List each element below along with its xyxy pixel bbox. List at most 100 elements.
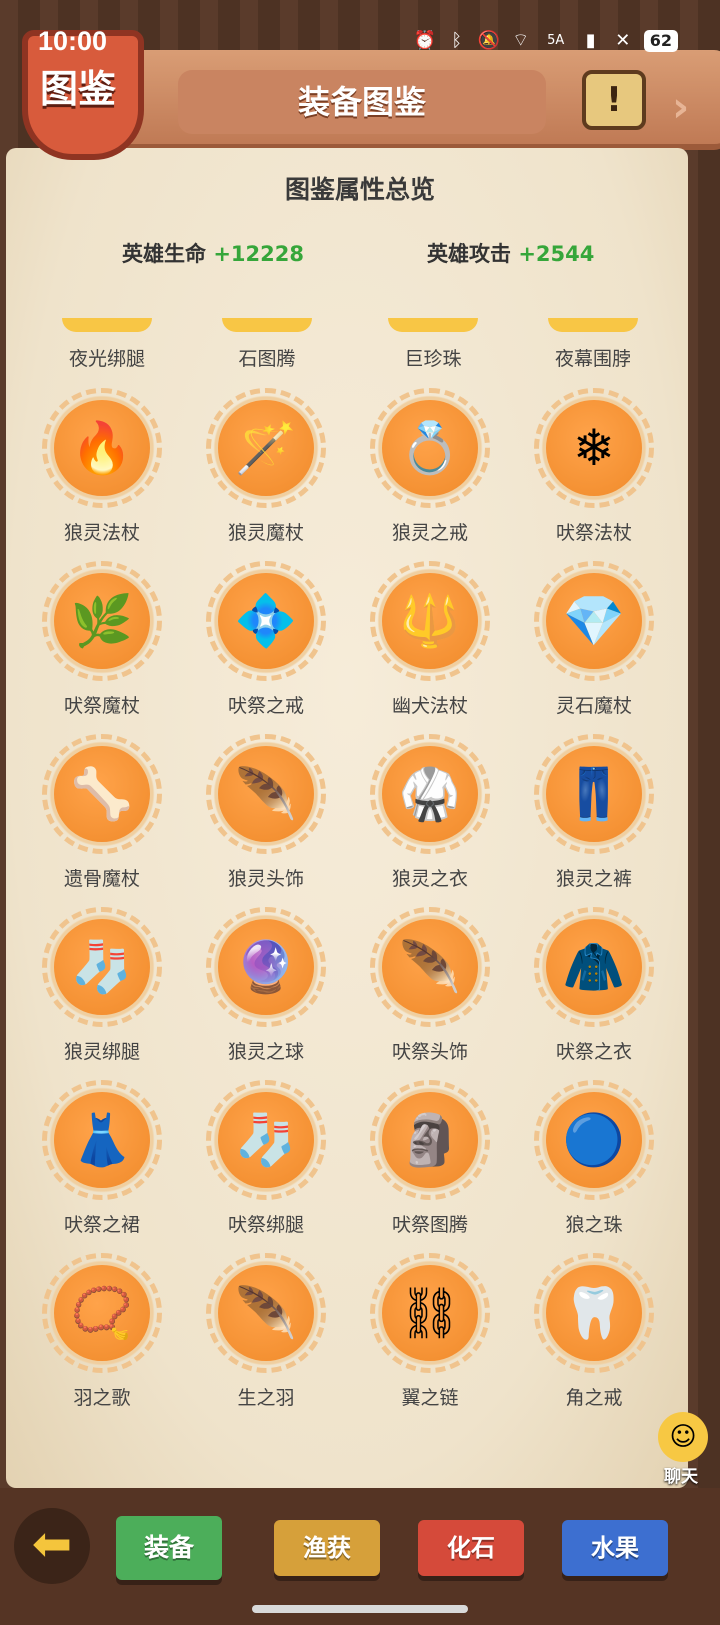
item-medal: 🗿 xyxy=(370,1080,490,1200)
item-medal: 🦷 xyxy=(534,1253,654,1373)
grid-item[interactable]: 🪶 生之羽 xyxy=(184,1245,348,1408)
home-indicator[interactable] xyxy=(252,1605,468,1613)
grid-item-top[interactable]: 夜幕围脖 xyxy=(518,318,668,371)
item-label: 狼灵头饰 xyxy=(227,868,304,890)
item-medal: 👗 xyxy=(42,1080,162,1200)
grid-item[interactable]: 📿 羽之歌 xyxy=(20,1245,184,1408)
chat-bubble-icon: ☺ xyxy=(658,1412,708,1462)
grid-item[interactable]: 🧦 狼灵绑腿 xyxy=(20,899,184,1071)
bluetooth-icon: ᛒ xyxy=(451,30,463,51)
item-medal: 🔱 xyxy=(370,561,490,681)
grid-item[interactable]: 💠 吠祭之戒 xyxy=(184,553,348,725)
mute-icon: 🔕 xyxy=(477,30,501,51)
ice-staff-icon: ❄ xyxy=(573,419,615,477)
signal-off-icon: ✕ xyxy=(615,30,631,51)
item-grid[interactable]: 夜光绑腿 石图腾 巨珍珠 夜幕围脖 🔥 狼灵法杖 🪄 狼灵魔杖 💍 狼灵之戒 ❄ 吠祭法杖 🌿 吠… xyxy=(20,318,670,1408)
grid-item[interactable]: 🧥 吠祭之衣 xyxy=(512,899,670,1071)
ritual-skirt-icon: 👗 xyxy=(70,1111,134,1169)
tab-fruits[interactable]: 水果 xyxy=(562,1520,668,1576)
grid-item[interactable]: 👖 狼灵之裤 xyxy=(512,726,670,898)
wolf-pearl-icon: 🔵 xyxy=(562,1111,626,1169)
back-arrow-icon[interactable]: ⬅ xyxy=(14,1508,90,1584)
wolf-pants-icon: 👖 xyxy=(562,765,626,823)
wolf-leggings-icon: 🧦 xyxy=(70,938,134,996)
item-medal: 💎 xyxy=(534,561,654,681)
scroll-info-button[interactable]: ! xyxy=(582,70,646,130)
grid-item[interactable]: 🦷 角之戒 xyxy=(512,1245,670,1408)
purple-staff-icon: 🔱 xyxy=(398,592,462,650)
item-medal: 🪄 xyxy=(206,388,326,508)
grid-item[interactable]: 💍 狼灵之戒 xyxy=(348,380,512,552)
grid-item[interactable]: ❄ 吠祭法杖 xyxy=(512,380,670,552)
item-medal: ⛓ xyxy=(370,1253,490,1373)
grid-item[interactable]: 🧦 吠祭绑腿 xyxy=(184,1072,348,1244)
item-glow xyxy=(548,318,638,332)
wolf-robe-icon: 🥋 xyxy=(398,765,462,823)
item-medal: 🔵 xyxy=(534,1080,654,1200)
green-staff-icon: 🦴 xyxy=(70,765,134,823)
item-label: 狼灵绑腿 xyxy=(63,1041,140,1063)
item-label: 狼灵之球 xyxy=(227,1041,304,1063)
tab-equipment[interactable]: 装备 xyxy=(116,1516,222,1580)
chat-label: 聊天 xyxy=(664,1467,698,1487)
item-medal: 🪶 xyxy=(370,907,490,1027)
item-label: 巨珍珠 xyxy=(404,348,462,370)
tab-fossils[interactable]: 化石 xyxy=(418,1520,524,1576)
branch-wand-icon: 🌿 xyxy=(70,592,134,650)
grid-item[interactable]: 🪄 狼灵魔杖 xyxy=(184,380,348,552)
item-label: 羽之歌 xyxy=(73,1387,131,1408)
blue-ring-icon: 💠 xyxy=(234,592,298,650)
hero-atk-stat: 英雄攻击 +2544 xyxy=(427,238,594,268)
grid-item[interactable]: 🌿 吠祭魔杖 xyxy=(20,553,184,725)
hero-hp-label: 英雄生命 xyxy=(122,242,206,266)
grid-item[interactable]: 🔱 幽犬法杖 xyxy=(348,553,512,725)
next-page-arrow-icon[interactable]: › xyxy=(672,82,689,131)
grid-item[interactable]: 👗 吠祭之裙 xyxy=(20,1072,184,1244)
item-medal: 💍 xyxy=(370,388,490,508)
item-label: 吠祭法杖 xyxy=(555,522,632,544)
item-glow xyxy=(62,318,152,332)
item-label: 生之羽 xyxy=(237,1387,295,1408)
fire-staff-icon: 🔥 xyxy=(70,419,134,477)
grid-item[interactable]: 🦴 遗骨魔杖 xyxy=(20,726,184,898)
item-label: 角之戒 xyxy=(565,1387,623,1408)
item-medal: 🪶 xyxy=(206,1253,326,1373)
item-medal: 🥋 xyxy=(370,734,490,854)
feather-necklace-icon: 📿 xyxy=(70,1284,134,1342)
grid-item[interactable]: 🗿 吠祭图腾 xyxy=(348,1072,512,1244)
wing-chain-icon: ⛓ xyxy=(398,1284,462,1342)
grid-item-top[interactable]: 巨珍珠 xyxy=(358,318,508,371)
ritual-leggings-icon: 🧦 xyxy=(234,1111,298,1169)
grid-item[interactable]: 🪶 狼灵头饰 xyxy=(184,726,348,898)
status-icons: ⏰ ᛒ 🔕 ⌔ 5A ▮ ✕ 62 xyxy=(414,30,678,52)
ritual-totem-icon: 🗿 xyxy=(398,1111,462,1169)
chat-button[interactable]: ☺ 聊天 xyxy=(646,1412,716,1488)
grid-item[interactable]: 🔮 狼灵之球 xyxy=(184,899,348,1071)
grid-item[interactable]: 🪶 吠祭头饰 xyxy=(348,899,512,1071)
item-label: 狼灵魔杖 xyxy=(227,522,304,544)
grid-item[interactable]: 💎 灵石魔杖 xyxy=(512,553,670,725)
item-label: 夜光绑腿 xyxy=(68,348,145,370)
grid-item-top[interactable]: 夜光绑腿 xyxy=(32,318,182,371)
tab-fishing[interactable]: 渔获 xyxy=(274,1520,380,1576)
item-label: 狼灵之裤 xyxy=(555,868,632,890)
page-title: 装备图鉴 xyxy=(178,70,546,134)
codex-badge-label: 图鉴 xyxy=(40,67,117,111)
hero-hp-stat: 英雄生命 +12228 xyxy=(122,238,304,268)
grid-item[interactable]: ⛓ 翼之链 xyxy=(348,1245,512,1408)
hero-atk-label: 英雄攻击 xyxy=(427,242,511,266)
signal-icon: ▮ xyxy=(585,30,596,51)
status-bar: 10:00 ⏰ ᛒ 🔕 ⌔ 5A ▮ ✕ 62 xyxy=(0,0,720,56)
ritual-helmet-icon: 🪶 xyxy=(398,938,462,996)
item-medal: 🦴 xyxy=(42,734,162,854)
item-medal: 🪶 xyxy=(206,734,326,854)
wifi-icon: ⌔ xyxy=(512,30,530,51)
item-medal: 🧦 xyxy=(206,1080,326,1200)
item-label: 吠祭之戒 xyxy=(227,695,304,717)
grid-item[interactable]: 🥋 狼灵之衣 xyxy=(348,726,512,898)
grid-item[interactable]: 🔥 狼灵法杖 xyxy=(20,380,184,552)
item-label: 石图腾 xyxy=(238,348,296,370)
grid-item-top[interactable]: 石图腾 xyxy=(192,318,342,371)
grid-item[interactable]: 🔵 狼之珠 xyxy=(512,1072,670,1244)
item-label: 吠祭头饰 xyxy=(391,1041,468,1063)
